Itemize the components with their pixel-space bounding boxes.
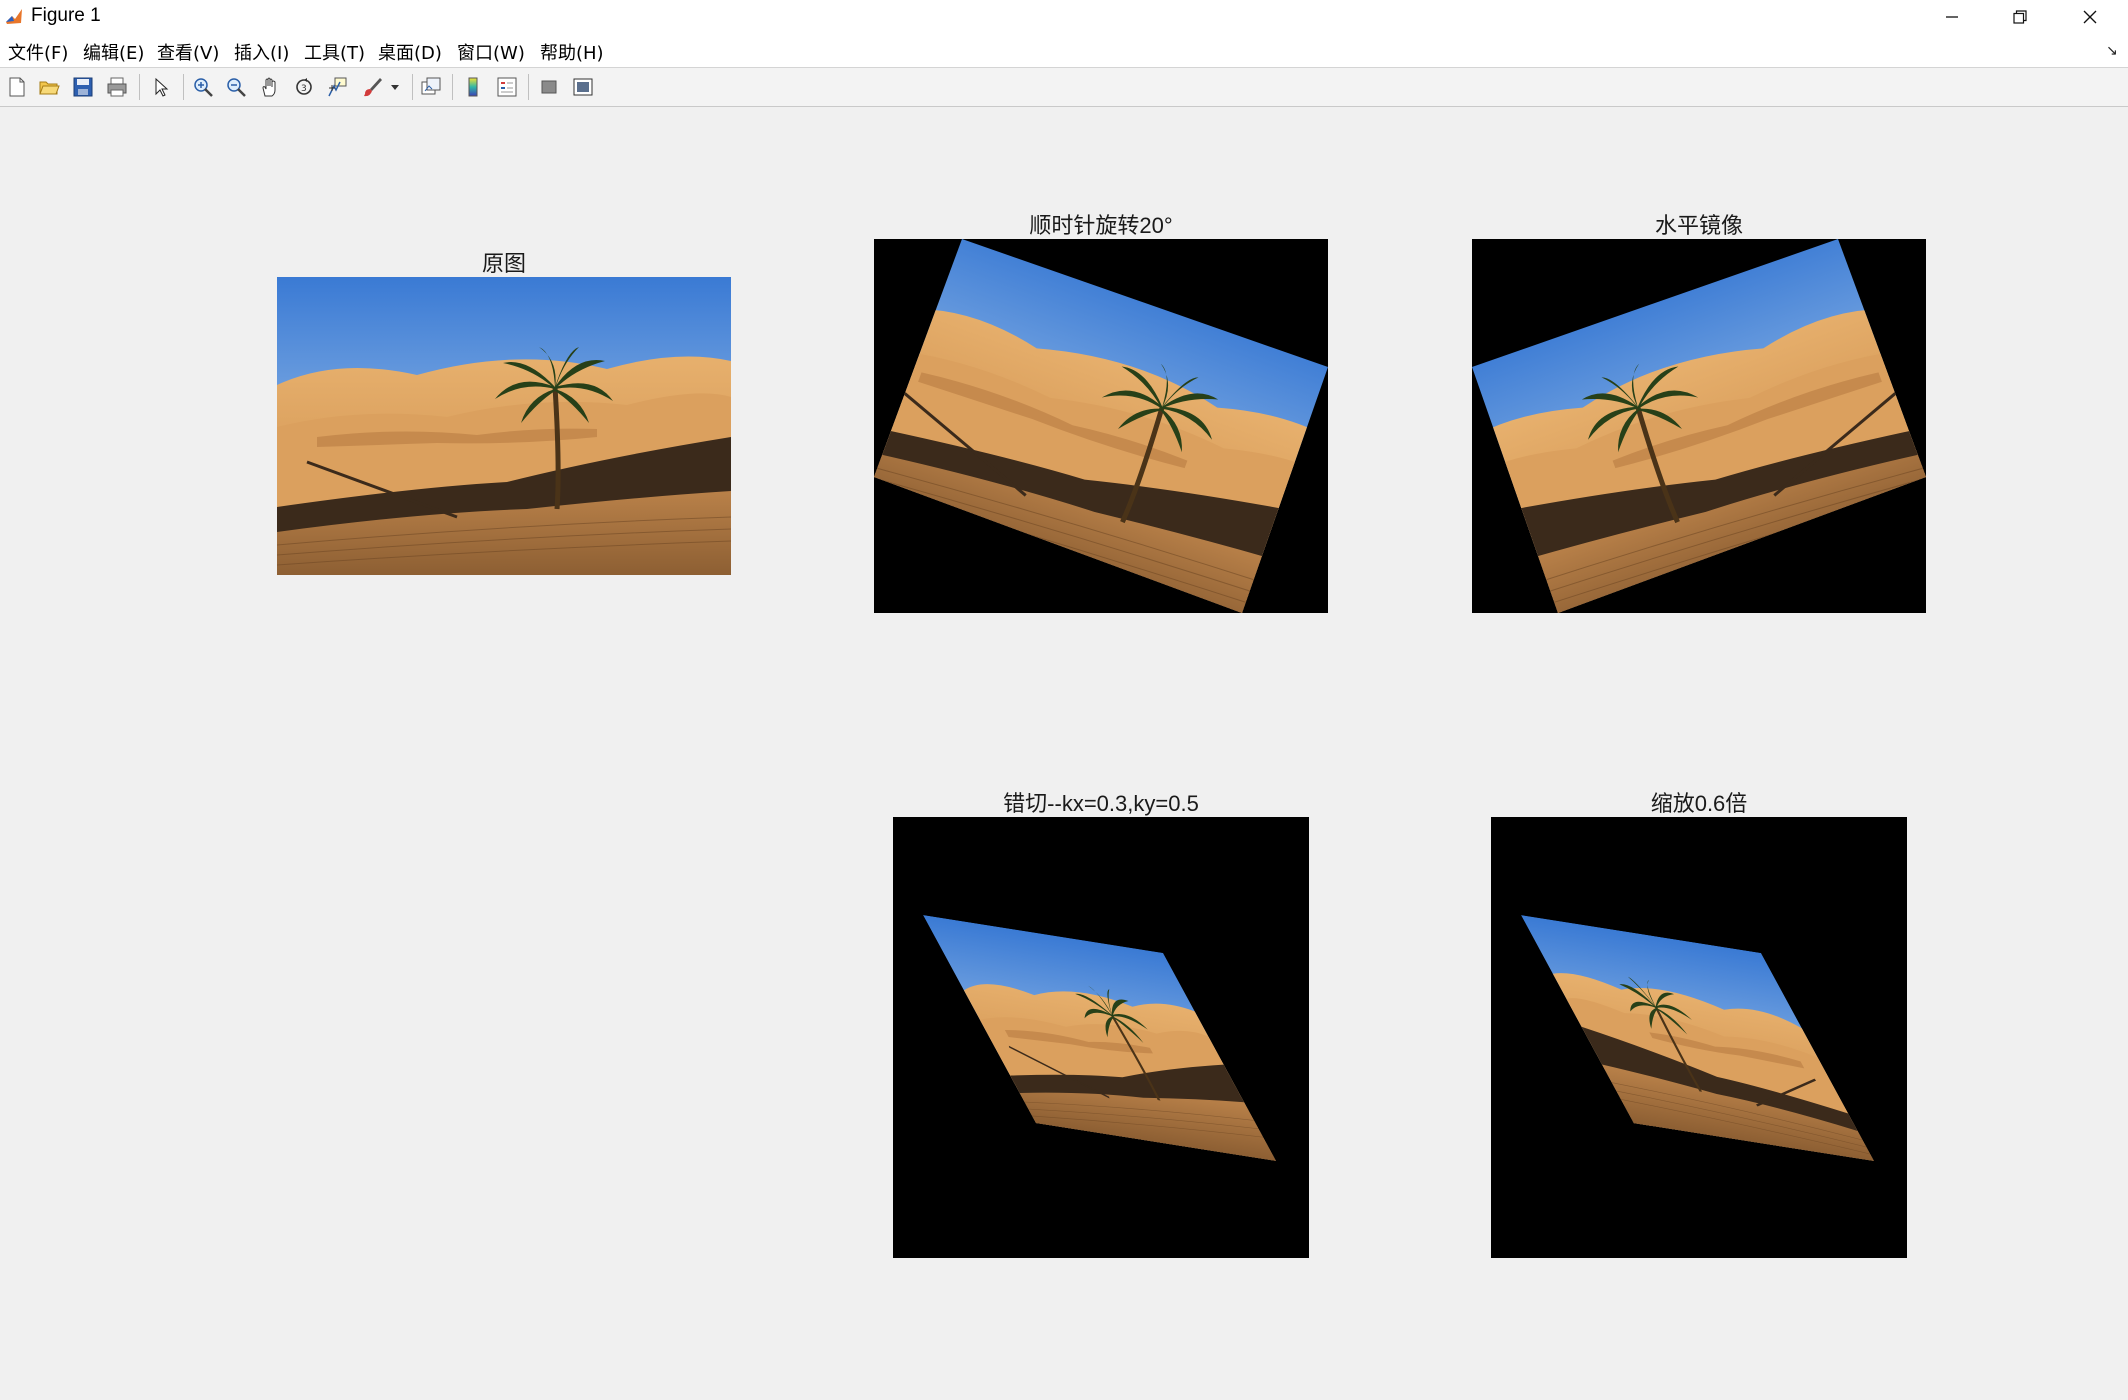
print-icon[interactable] bbox=[104, 74, 130, 100]
desert-palm-photo bbox=[277, 277, 731, 575]
minimize-button[interactable] bbox=[1918, 0, 1986, 33]
minimize-icon bbox=[1946, 15, 1958, 18]
insert-colorbar-icon[interactable] bbox=[460, 74, 486, 100]
mirrored-desert-photo bbox=[1472, 239, 1926, 613]
subplot-title-rotated: 顺时针旋转20° bbox=[1029, 213, 1173, 238]
brush-dropdown-icon[interactable] bbox=[388, 74, 402, 100]
restore-button[interactable] bbox=[1986, 0, 2054, 33]
axes-sheared-image bbox=[893, 817, 1309, 1258]
pan-hand-icon[interactable] bbox=[257, 74, 283, 100]
restore-icon bbox=[2013, 9, 2027, 24]
zoom-out-icon[interactable] bbox=[223, 74, 249, 100]
close-icon bbox=[2083, 10, 2097, 23]
menu-help[interactable]: 帮助(H) bbox=[540, 39, 604, 65]
zoom-in-icon[interactable] bbox=[190, 74, 216, 100]
axes-scaled-image bbox=[1491, 817, 1907, 1258]
data-cursor-icon[interactable] bbox=[324, 74, 350, 100]
subplot-title-shear: 错切--kx=0.3,ky=0.5 bbox=[1003, 791, 1199, 816]
dock-figure-icon[interactable]: ↘ bbox=[2106, 43, 2118, 59]
insert-legend-icon[interactable] bbox=[494, 74, 520, 100]
menu-tools[interactable]: 工具(T) bbox=[304, 39, 365, 65]
link-plot-icon[interactable] bbox=[418, 74, 444, 100]
menu-file[interactable]: 文件(F) bbox=[8, 39, 68, 65]
brush-icon[interactable] bbox=[359, 74, 385, 100]
rotated-desert-photo bbox=[874, 239, 1328, 613]
subplot-title-scaled: 缩放0.6倍 bbox=[1650, 791, 1748, 816]
axes-mirrored-image bbox=[1472, 239, 1926, 613]
menu-insert[interactable]: 插入(I) bbox=[234, 39, 289, 65]
show-plot-tools-icon[interactable] bbox=[570, 74, 596, 100]
close-button[interactable] bbox=[2056, 0, 2124, 33]
menu-view[interactable]: 查看(V) bbox=[157, 39, 219, 65]
sheared-desert-photo bbox=[923, 915, 1276, 1161]
figure-toolbar: 3 bbox=[0, 68, 2128, 107]
save-icon[interactable] bbox=[70, 74, 96, 100]
title-bar: Figure 1 bbox=[0, 0, 2128, 33]
axes-rotated-image bbox=[874, 239, 1328, 613]
select-arrow-icon[interactable] bbox=[148, 74, 174, 100]
menu-bar: 文件(F) 编辑(E) 查看(V) 插入(I) 工具(T) 桌面(D) 窗口(W… bbox=[0, 33, 2128, 68]
svg-text:3: 3 bbox=[301, 84, 307, 94]
rotate-3d-icon[interactable]: 3 bbox=[291, 74, 317, 100]
hide-plot-tools-icon[interactable] bbox=[536, 74, 562, 100]
axes-original-image bbox=[277, 277, 731, 575]
menu-window[interactable]: 窗口(W) bbox=[457, 39, 525, 65]
scaled-desert-photo bbox=[1521, 915, 1874, 1161]
matlab-app-icon bbox=[4, 6, 24, 26]
subplot-title-original: 原图 bbox=[481, 251, 526, 276]
window-title: Figure 1 bbox=[31, 5, 101, 26]
subplot-title-mirror: 水平镜像 bbox=[1654, 213, 1743, 238]
menu-desktop[interactable]: 桌面(D) bbox=[378, 39, 442, 65]
menu-edit[interactable]: 编辑(E) bbox=[83, 39, 144, 65]
new-figure-icon[interactable] bbox=[4, 74, 30, 100]
open-file-icon[interactable] bbox=[36, 74, 62, 100]
